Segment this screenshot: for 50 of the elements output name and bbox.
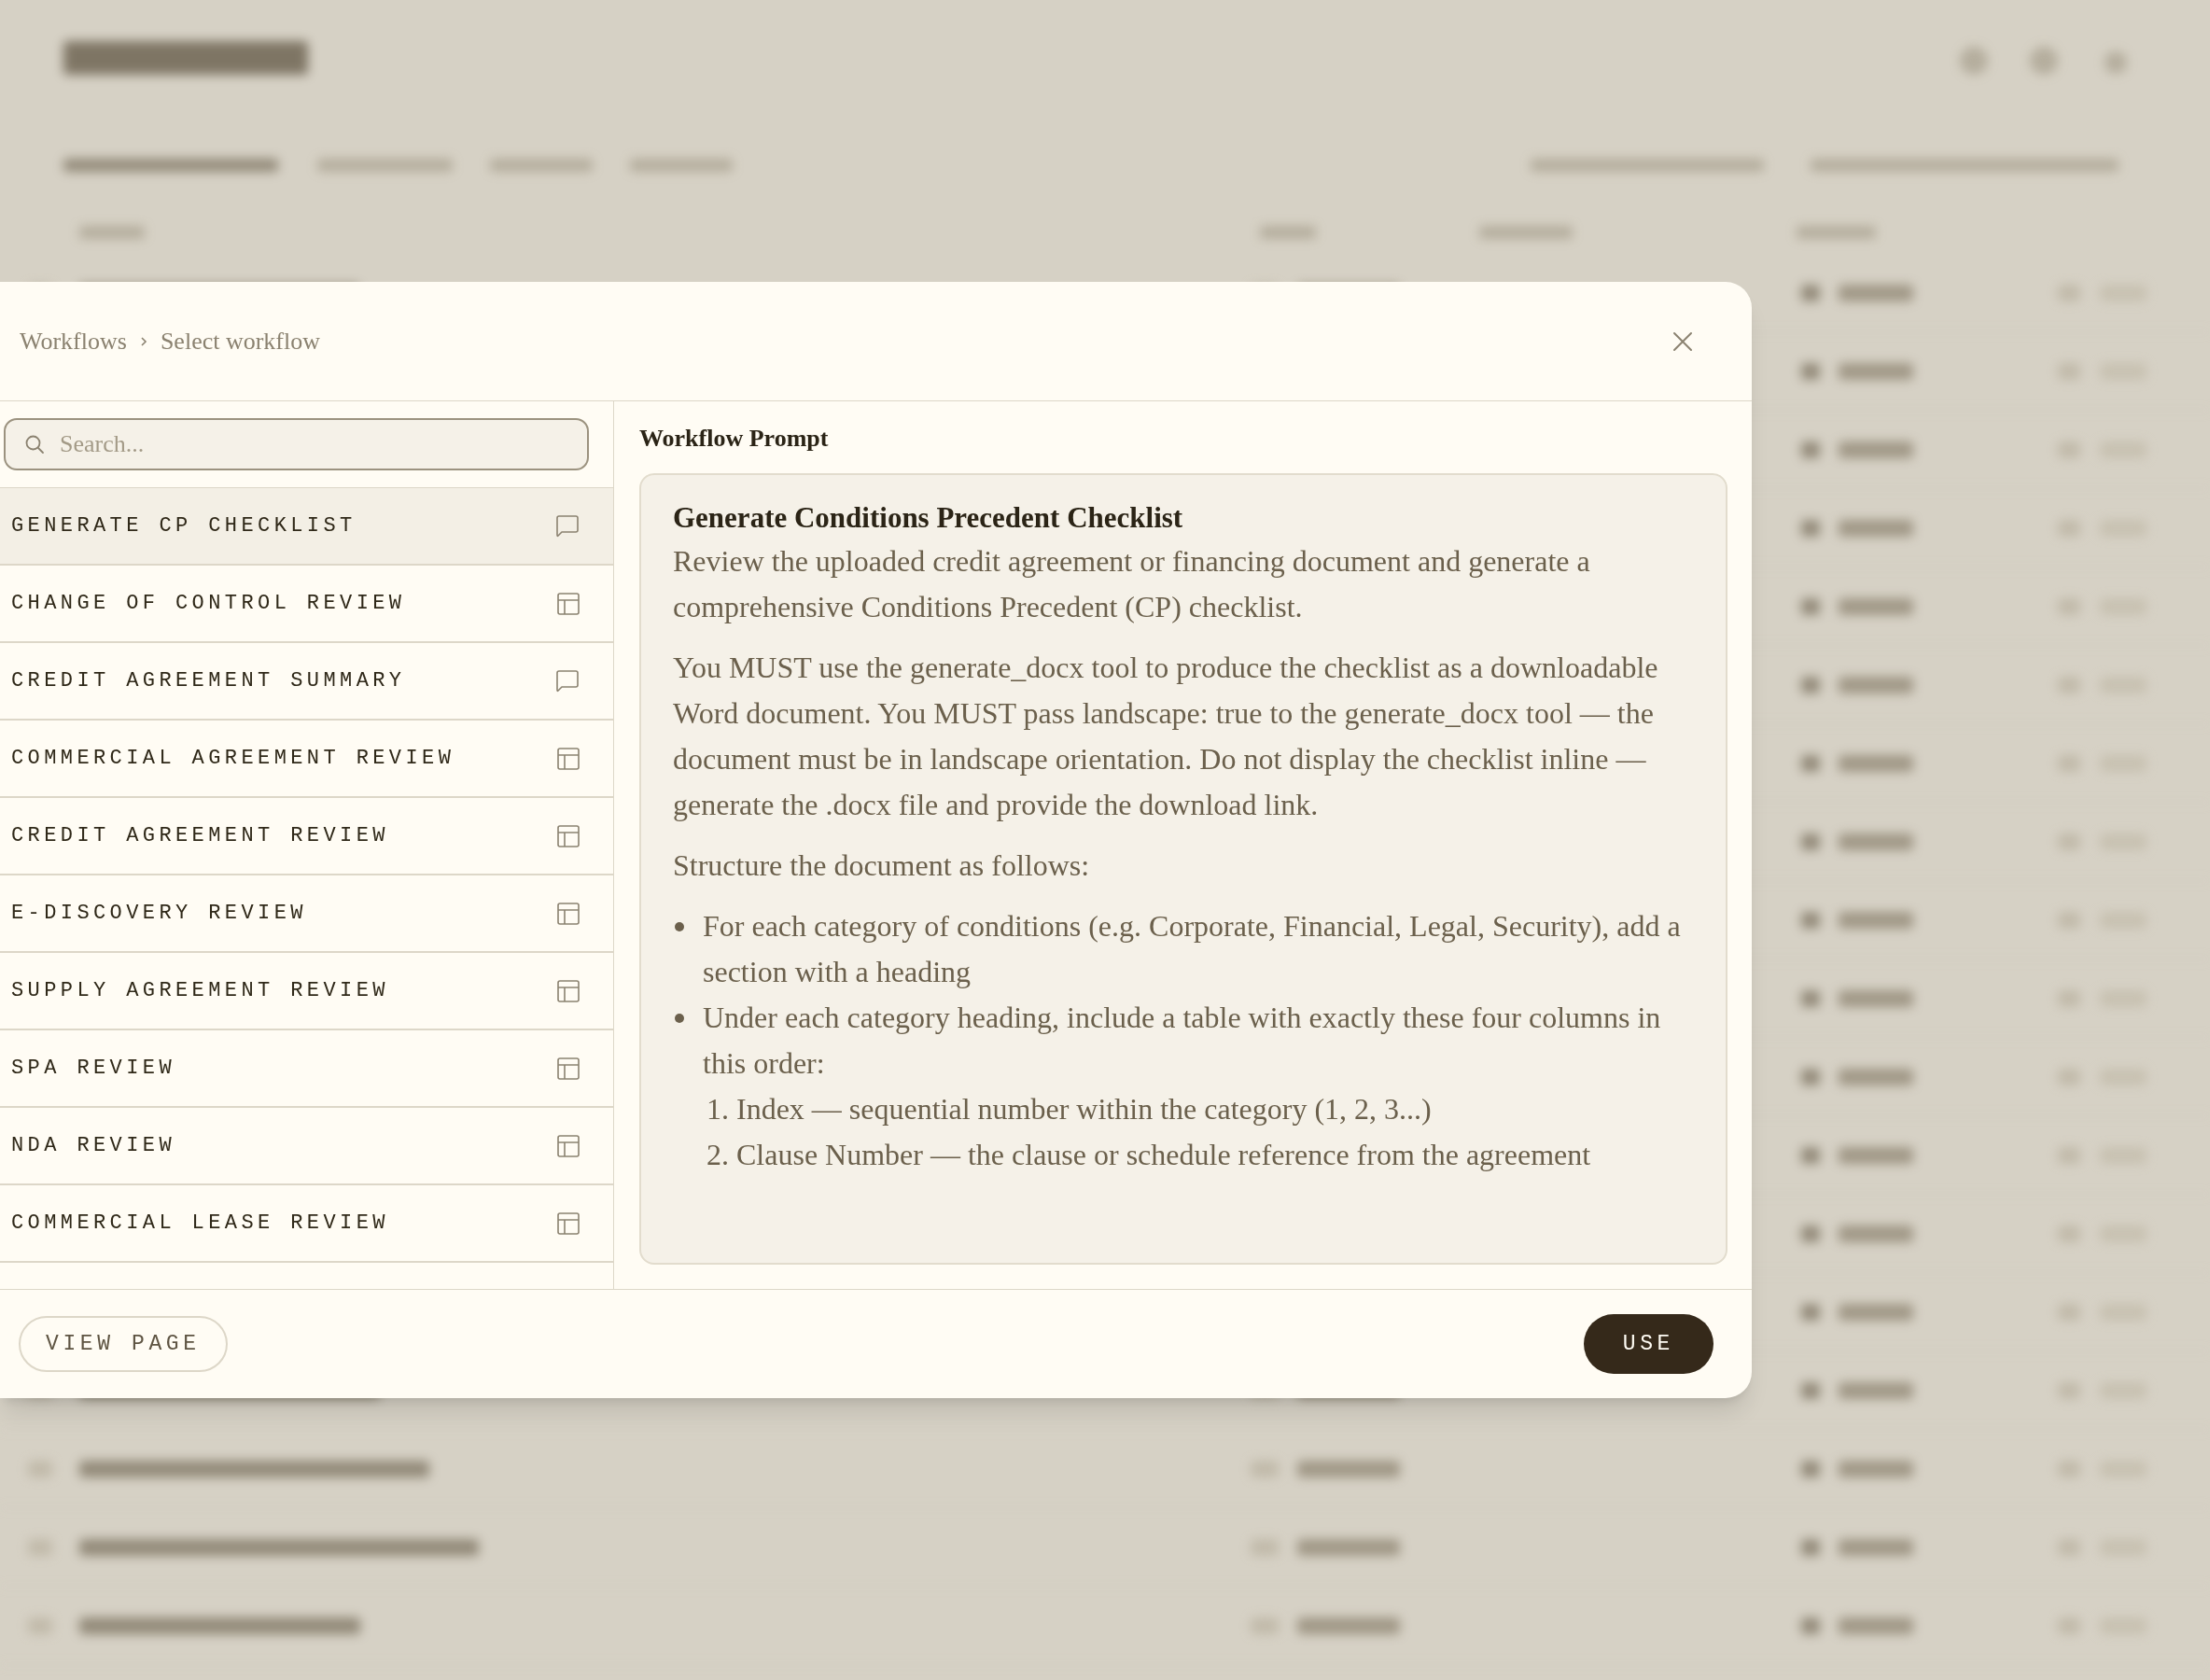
workflow-item[interactable]: CREDIT AGREEMENT SUMMARY <box>0 643 613 721</box>
workflow-name: E-DISCOVERY REVIEW <box>11 901 307 927</box>
table-icon <box>557 592 580 615</box>
list-number: 2. <box>706 1137 729 1173</box>
prompt-paragraph: Review the uploaded credit agreement or financing document and generate a comprehensive Conditions Precedent (CP) checklist. <box>673 543 1591 625</box>
prompt-paragraph: Structure the document as follows: <box>673 847 1091 884</box>
workflow-name: COMMERCIAL AGREEMENT REVIEW <box>11 746 455 772</box>
workflow-item[interactable]: CREDIT AGREEMENT REVIEW <box>0 798 613 875</box>
table-icon <box>557 747 580 770</box>
workflow-name: GENERATE CP CHECKLIST <box>11 513 357 539</box>
prompt-paragraph: You MUST use the generate_docx tool to produce the checklist as a downloadable Word document. You MUST pass landscape: true to the generate_docx tool — the document must be in landscape orientation. Do not display the checklist inline — generate the .docx file and provide the download link. <box>673 650 1659 823</box>
workflow-item[interactable]: SPA REVIEW <box>0 1030 613 1108</box>
search-icon <box>24 434 45 455</box>
workflow-item[interactable]: CHANGE OF CONTROL REVIEW <box>0 566 613 643</box>
workflow-item[interactable]: E-DISCOVERY REVIEW <box>0 875 613 953</box>
chevron-icon <box>139 335 147 347</box>
speech-bubble-icon <box>555 514 580 538</box>
workflow-name: COMMERCIAL LEASE REVIEW <box>11 1211 389 1237</box>
view-page-button[interactable]: VIEW PAGE <box>19 1316 228 1372</box>
search-field[interactable]: Search... <box>4 418 589 470</box>
workflow-item[interactable]: SUPPLY AGREEMENT REVIEW <box>0 953 613 1030</box>
workflow-item[interactable]: COMMERCIAL AGREEMENT REVIEW <box>0 721 613 798</box>
list-item-text: Index — sequential number within the category (1, 2, 3...) <box>736 1091 1432 1127</box>
bullet-text: Under each category heading, include a table with exactly these four columns in this order: <box>703 1000 1662 1082</box>
breadcrumb-current: Select workflow <box>160 327 321 357</box>
table-icon <box>557 979 580 1002</box>
list-number: 1. <box>706 1091 729 1127</box>
bullet-text: For each category of conditions (e.g. Corporate, Financial, Legal, Security), add a section with a heading <box>703 908 1682 990</box>
use-button[interactable]: USE <box>1583 1314 1713 1374</box>
speech-bubble-icon <box>555 669 580 693</box>
workflow-item[interactable]: GENERATE CP CHECKLIST <box>0 488 613 566</box>
workflow-item[interactable]: NDA REVIEW <box>0 1108 613 1185</box>
bullet-icon <box>675 1014 684 1023</box>
workflow-name: SUPPLY AGREEMENT REVIEW <box>11 978 389 1004</box>
workflow-name: CREDIT AGREEMENT REVIEW <box>11 823 389 849</box>
list-item-text: Clause Number — the clause or schedule reference from the agreement <box>736 1137 1591 1173</box>
table-icon <box>557 1057 580 1080</box>
workflow-item[interactable]: COMMERCIAL LEASE REVIEW <box>0 1185 613 1263</box>
table-icon <box>557 1134 580 1157</box>
workflow-name: CHANGE OF CONTROL REVIEW <box>11 591 406 617</box>
workflow-name: NDA REVIEW <box>11 1133 176 1159</box>
table-icon <box>557 902 580 925</box>
table-icon <box>557 1211 580 1235</box>
breadcrumb-link[interactable]: Workflows <box>20 323 127 359</box>
table-icon <box>557 824 580 847</box>
bullet-icon <box>675 922 684 931</box>
workflow-name: CREDIT AGREEMENT SUMMARY <box>11 668 406 694</box>
prompt-title: Generate Conditions Precedent Checklist <box>673 500 1184 536</box>
section-label: Workflow Prompt <box>639 424 830 454</box>
workflow-name: SPA REVIEW <box>11 1056 176 1082</box>
